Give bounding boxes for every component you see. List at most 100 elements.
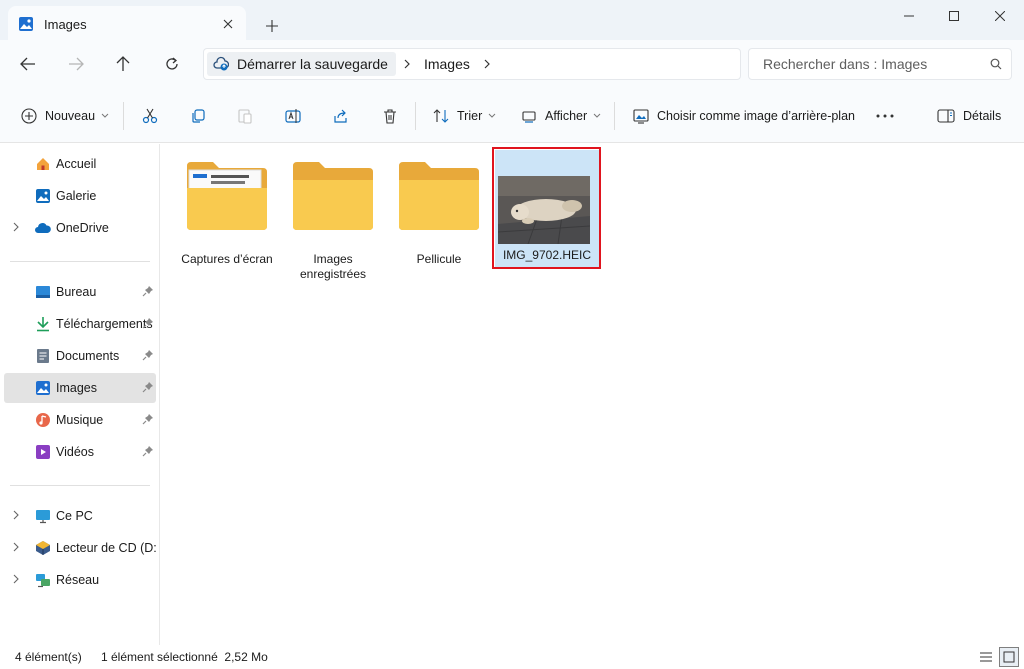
- paste-button[interactable]: [237, 102, 253, 130]
- view-icon: [522, 111, 536, 123]
- cut-button[interactable]: [142, 102, 158, 130]
- breadcrumb-root[interactable]: Démarrer la sauvegarde: [207, 52, 396, 76]
- share-button[interactable]: [333, 102, 349, 130]
- sidebar-item-label: Ce PC: [56, 509, 93, 523]
- chevron-right-icon[interactable]: [12, 509, 20, 521]
- sidebar-item-bureau[interactable]: Bureau: [4, 277, 156, 307]
- large-icons-view-button[interactable]: [999, 647, 1019, 667]
- status-bar: 4 élément(s) 1 élément sélectionné 2,52 …: [0, 645, 1024, 669]
- sidebar-item-label: Documents: [56, 349, 120, 363]
- chevron-right-icon[interactable]: [12, 541, 20, 553]
- forward-arrow-icon[interactable]: [60, 50, 92, 78]
- pin-icon[interactable]: [142, 349, 154, 361]
- chevron-down-icon: [488, 113, 496, 118]
- tab-images[interactable]: Images: [8, 6, 246, 42]
- toolbar-divider: [123, 102, 124, 130]
- search-input[interactable]: Rechercher dans : Images: [748, 48, 1012, 80]
- sidebar-item-label: Téléchargements: [56, 317, 153, 331]
- details-view-button[interactable]: [976, 647, 996, 667]
- pin-icon[interactable]: [142, 317, 154, 329]
- toolbar-divider: [415, 102, 416, 130]
- up-arrow-icon[interactable]: [107, 50, 139, 78]
- refresh-icon[interactable]: [156, 50, 188, 78]
- toolbar-divider: [614, 102, 615, 130]
- details-button[interactable]: Détails: [937, 102, 1001, 130]
- chevron-right-icon[interactable]: [396, 59, 418, 69]
- share-icon: [334, 109, 347, 123]
- sidebar-item-label: OneDrive: [56, 221, 109, 235]
- chevron-down-icon: [101, 113, 109, 118]
- folder-icon: [293, 162, 373, 230]
- documents-icon: [37, 349, 49, 363]
- sidebar-item-label: Lecteur de CD (D:) V: [56, 541, 156, 555]
- pin-icon[interactable]: [142, 285, 154, 297]
- more-icon: [876, 114, 894, 118]
- chevron-right-icon[interactable]: [12, 573, 20, 585]
- file-name: Pellicule: [416, 252, 462, 266]
- pin-icon[interactable]: [142, 381, 154, 393]
- copy-icon: [192, 109, 205, 123]
- sidebar-item-label: Bureau: [56, 285, 97, 299]
- selection-info: 1 élément sélectionné 2,52 Mo: [101, 650, 268, 664]
- view-button[interactable]: Afficher: [521, 102, 601, 130]
- close-window-icon[interactable]: [977, 0, 1023, 32]
- new-button[interactable]: Nouveau: [21, 102, 109, 130]
- rename-button[interactable]: [285, 102, 303, 130]
- search-placeholder: Rechercher dans : Images: [763, 56, 928, 72]
- sidebar-item-documents[interactable]: Documents: [4, 341, 156, 371]
- maximize-icon[interactable]: [931, 0, 977, 32]
- sidebar-item-images[interactable]: Images: [4, 373, 156, 403]
- sidebar-item-reseau[interactable]: Réseau: [4, 565, 156, 595]
- breadcrumb-current[interactable]: Images: [418, 56, 476, 72]
- folder-pellicule[interactable]: Pellicule: [391, 148, 487, 268]
- sidebar-item-onedrive[interactable]: OneDrive: [4, 213, 156, 243]
- folder-captures-ecran[interactable]: Captures d’écran: [179, 148, 275, 268]
- sidebar-item-accueil[interactable]: Accueil: [4, 149, 156, 179]
- sidebar-item-label: Images: [56, 381, 97, 395]
- images-icon: [36, 381, 50, 395]
- set-wallpaper-label: Choisir comme image d’arrière-plan: [657, 109, 855, 123]
- address-bar[interactable]: Démarrer la sauvegarde Images: [203, 48, 741, 80]
- plus-icon[interactable]: [258, 12, 286, 40]
- sort-button[interactable]: Trier: [433, 102, 496, 130]
- selection-highlight-box: [492, 147, 601, 269]
- more-options-button[interactable]: [876, 102, 894, 130]
- chevron-right-icon[interactable]: [476, 59, 498, 69]
- copy-button[interactable]: [190, 102, 206, 130]
- sidebar-item-musique[interactable]: Musique: [4, 405, 156, 435]
- sidebar-item-label: Réseau: [56, 573, 100, 587]
- sidebar-divider: [10, 261, 150, 262]
- minimize-icon[interactable]: [886, 0, 932, 32]
- pin-icon[interactable]: [142, 413, 154, 425]
- sidebar-item-videos[interactable]: Vidéos: [4, 437, 156, 467]
- download-icon: [37, 317, 49, 332]
- music-icon: [36, 413, 50, 427]
- sidebar-item-galerie[interactable]: Galerie: [4, 181, 156, 211]
- delete-button[interactable]: [382, 102, 398, 130]
- folder-images-enregistrees[interactable]: Images enregistrées: [285, 148, 381, 281]
- trash-icon: [384, 109, 396, 124]
- chevron-right-icon[interactable]: [12, 221, 20, 233]
- close-icon[interactable]: [214, 10, 242, 38]
- wallpaper-icon: [633, 109, 649, 124]
- pin-icon[interactable]: [142, 445, 154, 457]
- sidebar-item-cd-drive[interactable]: Lecteur de CD (D:) V: [4, 533, 156, 563]
- file-list: Captures d’écran Images enregistrées Pel…: [161, 144, 1024, 645]
- chevron-down-icon: [593, 113, 601, 118]
- navigation-pane: Accueil Galerie OneDrive Bureau Téléchar…: [0, 144, 160, 645]
- images-folder-icon: [19, 17, 33, 31]
- sidebar-item-label: Accueil: [56, 157, 97, 171]
- file-name: Captures d’écran: [181, 252, 273, 266]
- search-icon: [981, 58, 1011, 70]
- back-arrow-icon[interactable]: [12, 50, 44, 78]
- new-button-label: Nouveau: [45, 109, 96, 123]
- tab-title: Images: [44, 16, 87, 32]
- set-wallpaper-button[interactable]: Choisir comme image d’arrière-plan: [633, 102, 855, 130]
- add-circle-icon: [21, 108, 37, 124]
- sidebar-item-telechargements[interactable]: Téléchargements: [4, 309, 156, 339]
- cloud-backup-icon: [213, 56, 229, 71]
- sort-button-label: Trier: [457, 109, 483, 123]
- sidebar-item-label: Vidéos: [56, 445, 94, 459]
- computer-icon: [36, 510, 50, 524]
- sidebar-item-ce-pc[interactable]: Ce PC: [4, 501, 156, 531]
